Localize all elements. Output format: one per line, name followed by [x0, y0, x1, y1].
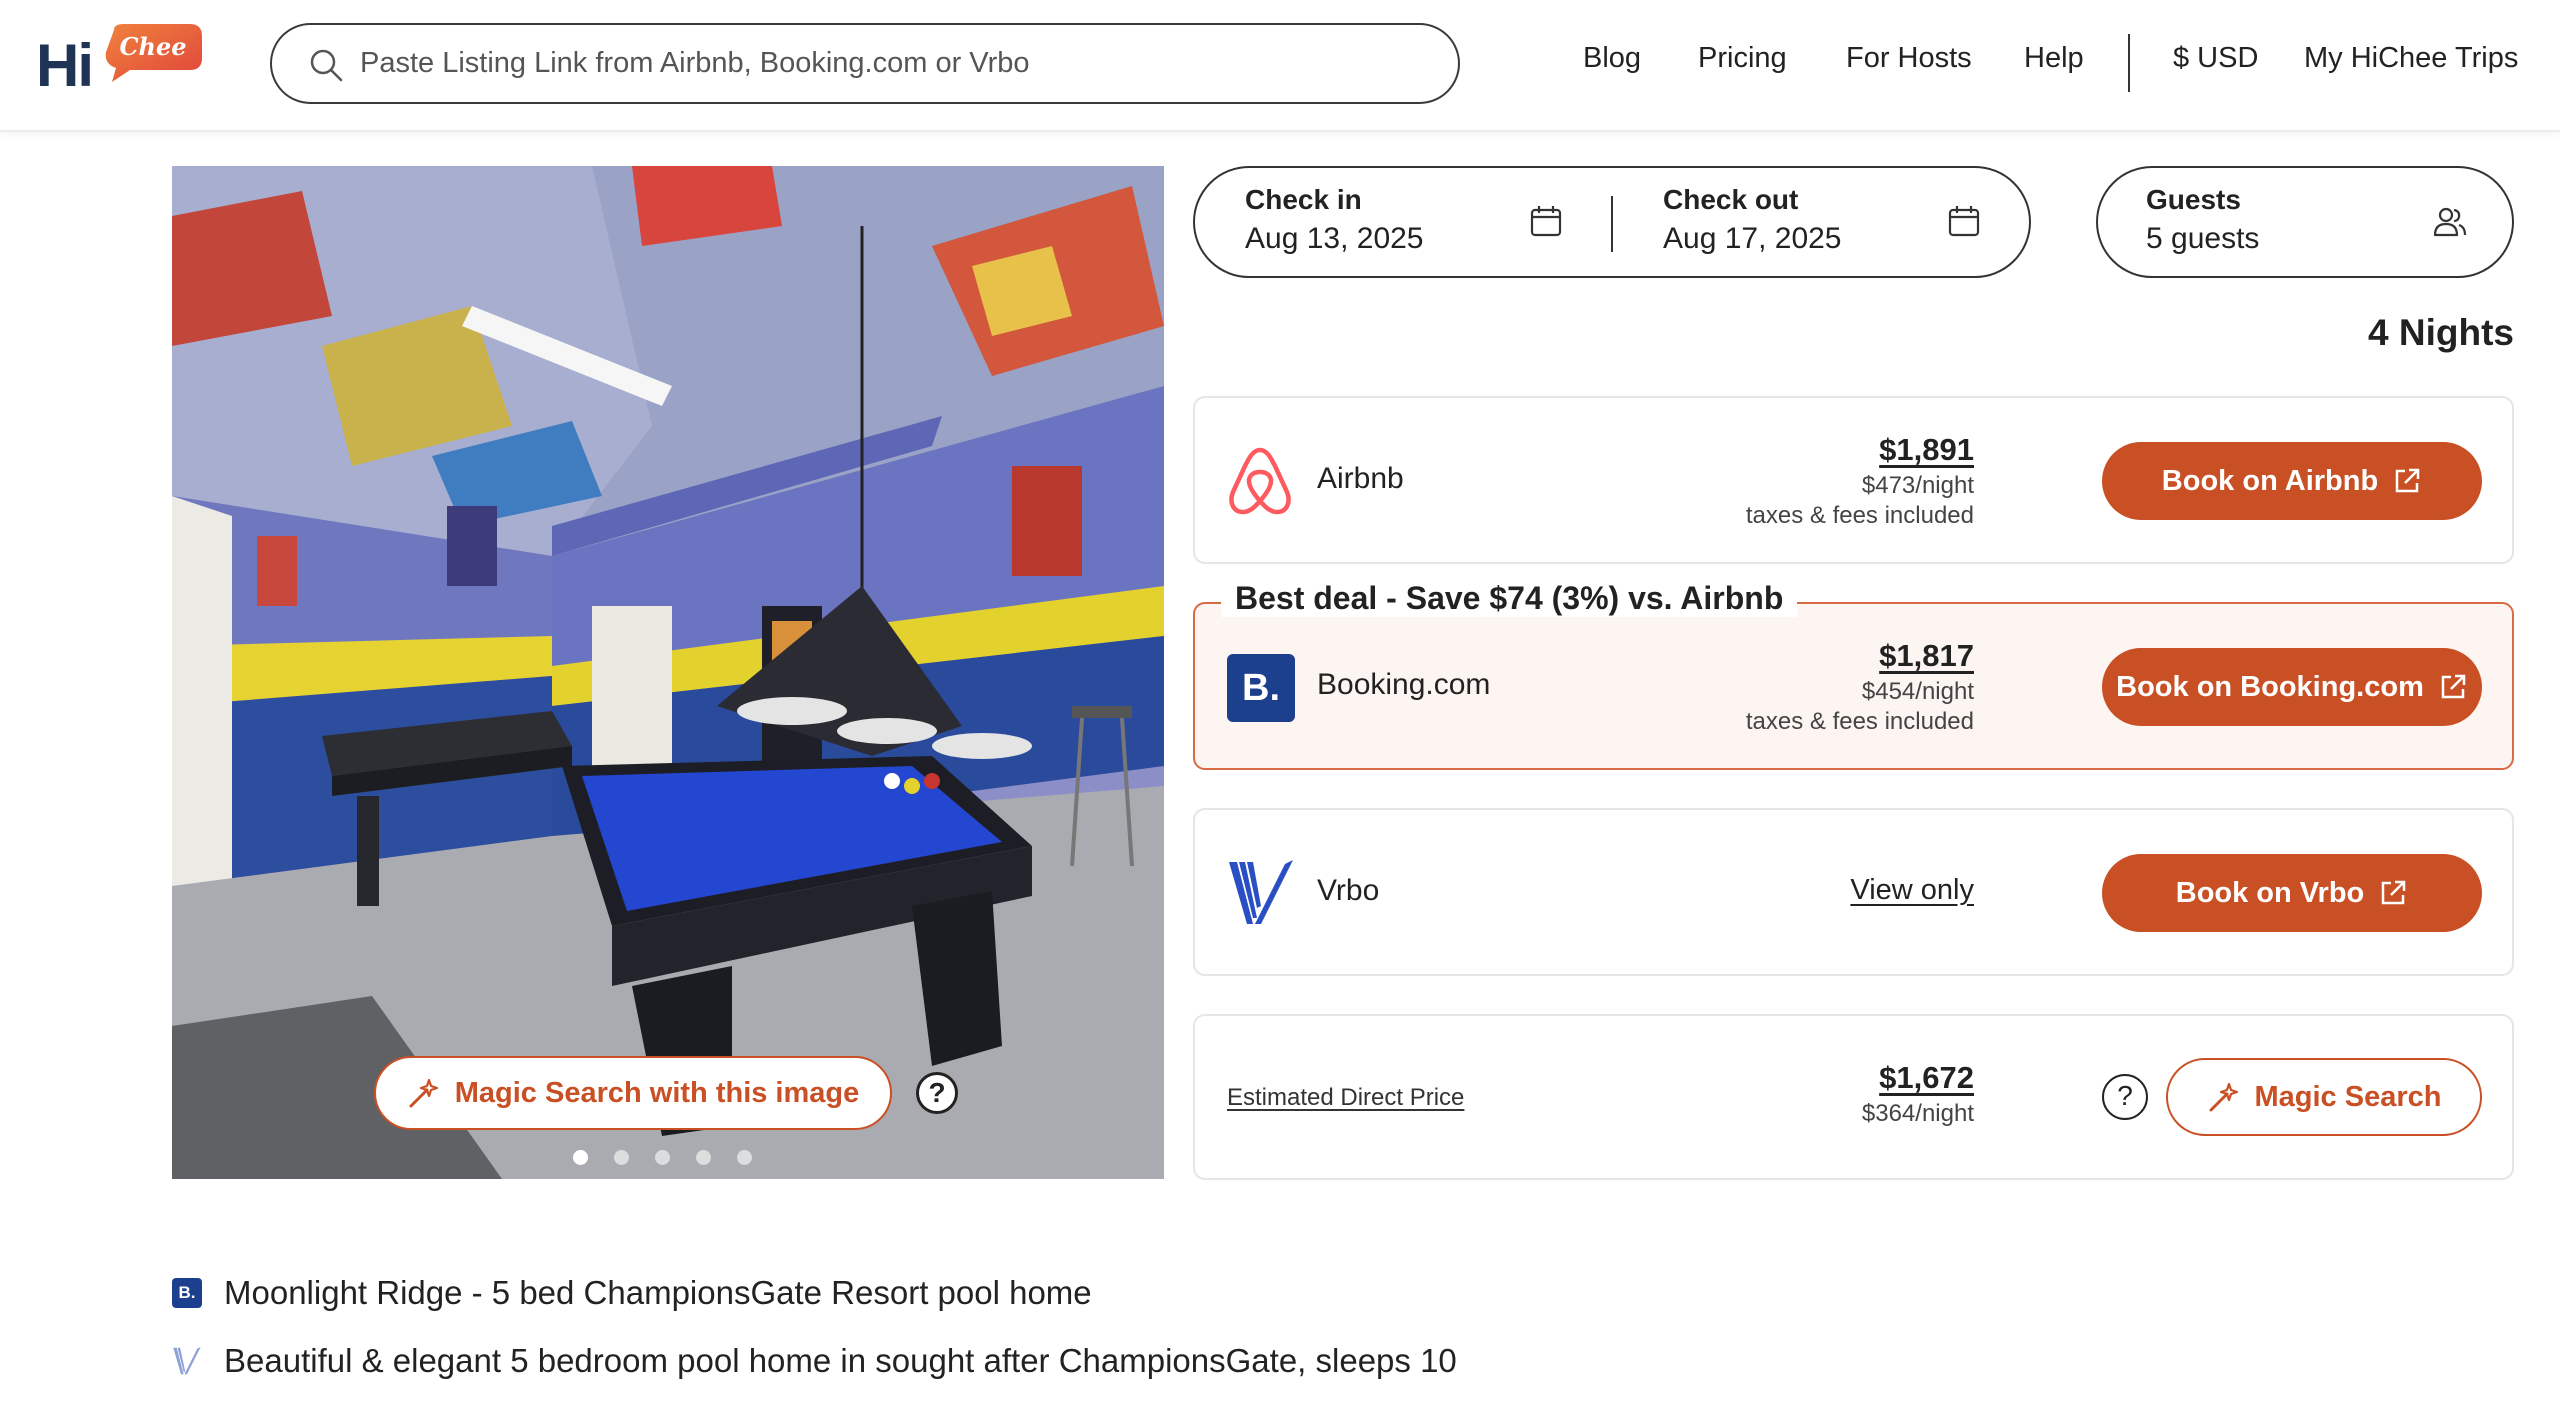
direct-price-help-icon[interactable]: ?: [2102, 1074, 2148, 1120]
guests-icon: [2433, 207, 2467, 237]
offer-card-airbnb: Airbnb $1,891 $473/night taxes & fees in…: [1193, 396, 2514, 564]
external-link-icon: [2441, 674, 2466, 699]
vrbo-view-only-link[interactable]: View only: [1850, 874, 1974, 907]
check-in-value: Aug 13, 2025: [1245, 222, 1424, 255]
nights-count: 4 Nights: [2368, 312, 2514, 353]
airbnb-fees-note: taxes & fees included: [1745, 502, 1974, 529]
offer-card-vrbo: Vrbo View only Book on Vrbo: [1193, 808, 2514, 976]
listing-photo[interactable]: [172, 166, 1164, 1179]
carousel-dot[interactable]: [655, 1150, 670, 1165]
nav-pricing[interactable]: Pricing: [1698, 42, 1787, 75]
booking-logo-icon: B.: [1227, 654, 1295, 722]
guests-picker[interactable]: Guests 5 guests: [2096, 166, 2514, 278]
external-link-icon: [2395, 468, 2420, 493]
carousel-dot[interactable]: [696, 1150, 711, 1165]
check-in-label: Check in: [1245, 184, 1362, 215]
magic-wand-icon: [409, 1078, 438, 1108]
guests-value: 5 guests: [2146, 222, 2260, 255]
calendar-icon: [1530, 206, 1562, 237]
date-picker[interactable]: Check in Aug 13, 2025 Check out Aug 17, …: [1193, 166, 2031, 278]
book-on-booking-label: Book on Booking.com: [2116, 670, 2424, 703]
direct-nightly-price: $364/night: [1861, 1100, 1974, 1127]
book-on-booking-button[interactable]: Book on Booking.com: [2102, 648, 2482, 726]
check-out-label: Check out: [1663, 184, 1799, 215]
magic-search-image-button[interactable]: Magic Search with this image: [374, 1056, 892, 1130]
best-deal-label: Best deal - Save $74 (3%) vs. Airbnb: [1221, 580, 1798, 617]
airbnb-total-price[interactable]: $1,891: [1746, 432, 1974, 468]
booking-nightly-price: $454/night: [1861, 678, 1974, 705]
nav-divider: [2128, 34, 2130, 92]
estimated-direct-price-link[interactable]: Estimated Direct Price: [1227, 1084, 1464, 1112]
nav-my-trips[interactable]: My HiChee Trips: [2304, 42, 2518, 75]
booking-price: $1,817 $454/night taxes & fees included: [1746, 638, 1974, 736]
vrbo-small-icon: [173, 1346, 201, 1375]
magic-search-label: Magic Search: [2254, 1080, 2442, 1113]
date-divider: [1611, 196, 1613, 252]
carousel-dot[interactable]: [573, 1150, 588, 1165]
magic-search-image-label: Magic Search with this image: [454, 1076, 860, 1109]
airbnb-price: $1,891 $473/night taxes & fees included: [1746, 432, 1974, 530]
booking-listing-title-row: B. Moonlight Ridge - 5 bed ChampionsGate…: [172, 1274, 1092, 1312]
booking-total-price[interactable]: $1,817: [1746, 638, 1974, 674]
check-in-field[interactable]: Check in Aug 13, 2025: [1245, 184, 1424, 256]
offer-card-booking: Best deal - Save $74 (3%) vs. Airbnb B. …: [1193, 580, 2514, 770]
magic-search-help-icon[interactable]: ?: [916, 1072, 958, 1114]
airbnb-nightly-price: $473/night: [1861, 472, 1974, 499]
airbnb-name: Airbnb: [1317, 462, 1404, 495]
magic-wand-icon: [2209, 1082, 2238, 1112]
offer-card-direct: Estimated Direct Price $1,672 $364/night…: [1193, 1014, 2514, 1180]
top-header: Hi Chee Blog Pricing For Hosts Help $ US…: [0, 0, 2560, 132]
guests-field: Guests 5 guests: [2146, 184, 2259, 256]
check-out-value: Aug 17, 2025: [1663, 222, 1842, 255]
book-on-airbnb-label: Book on Airbnb: [2161, 464, 2379, 497]
carousel-dots: [573, 1150, 752, 1166]
book-on-vrbo-button[interactable]: Book on Vrbo: [2102, 854, 2482, 932]
vrbo-name: Vrbo: [1317, 874, 1380, 907]
hichee-logo[interactable]: Hi Chee: [36, 24, 202, 104]
search-icon: [310, 49, 343, 82]
magic-search-button[interactable]: Magic Search: [2166, 1058, 2482, 1136]
calendar-icon: [1948, 206, 1980, 237]
nav-for-hosts[interactable]: For Hosts: [1846, 42, 1972, 75]
booking-fees-note: taxes & fees included: [1745, 708, 1974, 735]
guests-label: Guests: [2146, 184, 2241, 215]
vrbo-logo-icon: [1229, 860, 1293, 924]
book-on-airbnb-button[interactable]: Book on Airbnb: [2102, 442, 2482, 520]
logo-chee-text: Chee: [119, 32, 187, 61]
carousel-dot[interactable]: [737, 1150, 752, 1165]
airbnb-logo-icon: [1229, 447, 1291, 515]
nav-help[interactable]: Help: [2024, 42, 2084, 75]
vrbo-listing-title-row: Beautiful & elegant 5 bedroom pool home …: [172, 1342, 1457, 1380]
carousel-dot[interactable]: [614, 1150, 629, 1165]
direct-price: $1,672 $364/night: [1862, 1060, 1974, 1128]
listing-search-bar[interactable]: [270, 23, 1460, 104]
book-on-vrbo-label: Book on Vrbo: [2175, 876, 2365, 909]
booking-listing-title: Moonlight Ridge - 5 bed ChampionsGate Re…: [224, 1274, 1092, 1311]
booking-badge-icon: B.: [172, 1278, 202, 1308]
vrbo-listing-title: Beautiful & elegant 5 bedroom pool home …: [224, 1342, 1457, 1379]
check-out-field[interactable]: Check out Aug 17, 2025: [1663, 184, 1842, 256]
listing-link-input[interactable]: [360, 25, 1440, 102]
direct-total-price[interactable]: $1,672: [1862, 1060, 1974, 1096]
booking-name: Booking.com: [1317, 668, 1491, 701]
nav-blog[interactable]: Blog: [1583, 42, 1641, 75]
game-room-photo: [172, 166, 1164, 1179]
currency-selector[interactable]: $ USD: [2173, 42, 2258, 75]
external-link-icon: [2382, 880, 2406, 905]
logo-hi-text: Hi: [36, 32, 94, 99]
